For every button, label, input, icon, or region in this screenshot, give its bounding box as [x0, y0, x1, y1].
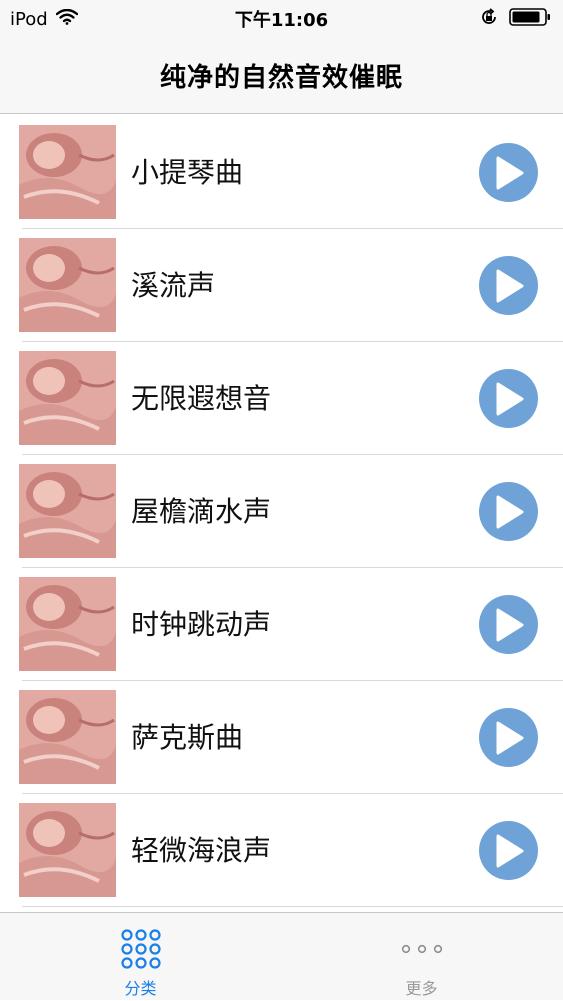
- list-item-label: 屋檐滴水声: [131, 495, 272, 528]
- list-item[interactable]: 溪流声: [0, 229, 563, 342]
- more-dots-icon: [400, 927, 444, 971]
- tab-bar: 分类 更多: [0, 912, 563, 1000]
- play-icon: [496, 156, 523, 189]
- list-item[interactable]: 轻微海浪声: [0, 794, 563, 907]
- thumbnail-image: [19, 125, 116, 219]
- list-item-label: 轻微海浪声: [131, 834, 272, 867]
- status-right: [479, 7, 551, 32]
- thumbnail-image: [19, 351, 116, 445]
- thumbnail-image: [19, 690, 116, 784]
- play-icon: [496, 495, 523, 528]
- play-button[interactable]: [479, 256, 538, 315]
- navigation-bar: 纯净的自然音效催眠: [0, 38, 563, 114]
- list-item[interactable]: 小提琴曲: [0, 116, 563, 229]
- list-item-label: 萨克斯曲: [131, 721, 244, 754]
- list-item[interactable]: 无限遐想音: [0, 342, 563, 455]
- thumbnail-image: [19, 238, 116, 332]
- play-button[interactable]: [479, 482, 538, 541]
- play-button[interactable]: [479, 369, 538, 428]
- tab-more[interactable]: 更多: [281, 913, 562, 1001]
- tab-label: 更多: [405, 979, 438, 998]
- play-button[interactable]: [479, 143, 538, 202]
- sound-list[interactable]: 小提琴曲 溪流声 无限遐想音 屋檐滴水声 时钟跳动声 萨克斯曲 轻微海浪声: [0, 116, 563, 912]
- list-item[interactable]: 屋檐滴水声: [0, 455, 563, 568]
- list-item[interactable]: 萨克斯曲: [0, 681, 563, 794]
- list-item-label: 溪流声: [131, 269, 216, 302]
- page-title: 纯净的自然音效催眠: [159, 63, 403, 93]
- battery-icon: [509, 7, 551, 31]
- play-icon: [496, 608, 523, 641]
- play-icon: [496, 721, 523, 754]
- tab-label: 分类: [124, 979, 157, 998]
- list-item-label: 小提琴曲: [131, 156, 244, 189]
- tab-category[interactable]: 分类: [0, 913, 281, 1001]
- list-item[interactable]: 时钟跳动声: [0, 568, 563, 681]
- play-button[interactable]: [479, 595, 538, 654]
- status-left: iPod: [10, 8, 78, 30]
- grid-icon: [120, 927, 162, 971]
- play-button[interactable]: [479, 708, 538, 767]
- play-icon: [496, 382, 523, 415]
- orientation-lock-icon: [479, 7, 499, 32]
- thumbnail-image: [19, 577, 116, 671]
- carrier-label: iPod: [10, 8, 48, 30]
- wifi-icon: [55, 8, 78, 30]
- play-icon: [496, 834, 523, 867]
- play-icon: [496, 269, 523, 302]
- play-button[interactable]: [479, 821, 538, 880]
- list-item-label: 时钟跳动声: [131, 608, 272, 641]
- thumbnail-image: [19, 464, 116, 558]
- list-item-label: 无限遐想音: [131, 382, 272, 415]
- thumbnail-image: [19, 803, 116, 897]
- status-bar: iPod 下午11:06: [0, 0, 563, 38]
